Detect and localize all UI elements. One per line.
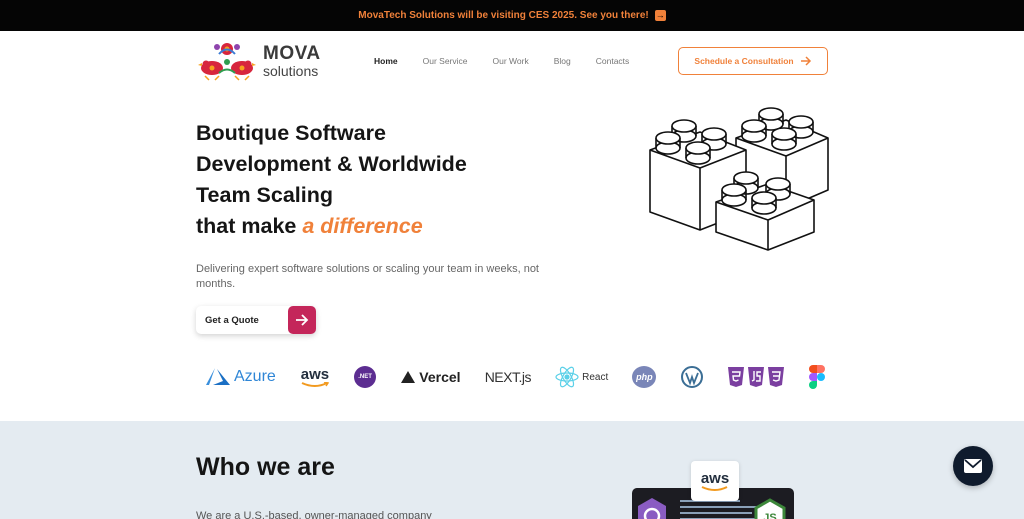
hero-subtitle: Delivering expert software solutions or … xyxy=(196,263,539,290)
get-quote-button[interactable]: Get a Quote xyxy=(196,306,316,334)
who-we-are-text: We are a U.S.-based, owner-managed compa… xyxy=(196,510,432,519)
hero-title-line-2: Development & Worldwide xyxy=(196,152,467,176)
aws-card-label: aws xyxy=(700,469,730,487)
brand-name: MOVA xyxy=(263,43,321,64)
main-nav: Home Our Service Our Work Blog Contacts xyxy=(374,56,654,66)
hero-title-line-1: Boutique Software xyxy=(196,121,386,145)
azure-logo-icon: Azure xyxy=(205,367,276,387)
php-label: php xyxy=(632,366,657,388)
hero-title: Boutique Software Development & Worldwid… xyxy=(196,118,576,242)
wordpress-logo-icon xyxy=(680,366,703,388)
hero-title-accent: a difference xyxy=(302,214,423,238)
arrow-right-square-icon[interactable]: → xyxy=(654,10,666,21)
aws-logo-icon: aws xyxy=(300,367,330,388)
nodejs-logo-icon: JS xyxy=(750,494,790,519)
code-line xyxy=(680,512,752,514)
react-label: React xyxy=(582,371,609,383)
csharp-logo-icon xyxy=(632,488,672,519)
arrow-right-icon xyxy=(800,56,811,66)
nav-our-work[interactable]: Our Work xyxy=(493,56,529,66)
nextjs-label: NEXT.js xyxy=(484,369,532,385)
react-logo-icon: React xyxy=(555,366,608,388)
announcement-banner[interactable]: MovaTech Solutions will be visiting CES … xyxy=(0,0,1024,31)
aws-card: aws xyxy=(691,461,739,501)
nextjs-logo-icon: NEXT.js xyxy=(484,369,532,385)
dotnet-label: .NET xyxy=(354,366,377,388)
nav-blog[interactable]: Blog xyxy=(554,56,571,66)
schedule-consultation-label: Schedule a Consultation xyxy=(694,56,794,66)
who-we-are-title: Who we are xyxy=(196,453,335,481)
nav-home[interactable]: Home xyxy=(374,56,398,66)
brand-tagline: solutions xyxy=(263,63,319,79)
vercel-label: Vercel xyxy=(419,369,461,385)
announcement-text[interactable]: MovaTech Solutions will be visiting CES … xyxy=(358,10,648,21)
html-js-css-logo-icon xyxy=(727,366,785,388)
contact-mail-button[interactable] xyxy=(953,446,993,486)
mail-icon xyxy=(964,459,982,473)
aws-smile-icon xyxy=(701,485,728,491)
arrow-right-icon xyxy=(288,306,316,334)
aws-label: aws xyxy=(300,365,330,383)
site-header: MOVA solutions Home Our Service Our Work… xyxy=(0,31,1024,93)
nav-contacts[interactable]: Contacts xyxy=(596,56,630,66)
figma-logo-icon xyxy=(808,365,825,389)
brand-logo[interactable]: MOVA solutions xyxy=(197,40,321,82)
technology-logos: Azure aws .NET Vercel NEXT.js React php xyxy=(205,362,825,392)
php-logo-icon: php xyxy=(632,366,657,388)
vercel-logo-icon: Vercel xyxy=(400,369,461,385)
hero-title-tail: that make xyxy=(196,214,297,238)
schedule-consultation-button[interactable]: Schedule a Consultation xyxy=(678,47,828,75)
building-blocks-illustration xyxy=(649,107,829,251)
svg-text:JS: JS xyxy=(763,512,776,519)
dotnet-logo-icon: .NET xyxy=(354,366,377,388)
who-we-are-section: Who we are We are a U.S.-based, owner-ma… xyxy=(0,421,1024,519)
nav-our-service[interactable]: Our Service xyxy=(423,56,468,66)
hero-title-line-3: Team Scaling xyxy=(196,183,334,207)
folk-birds-logo-icon xyxy=(198,43,256,81)
azure-label: Azure xyxy=(234,368,276,385)
get-quote-label: Get a Quote xyxy=(205,314,259,326)
